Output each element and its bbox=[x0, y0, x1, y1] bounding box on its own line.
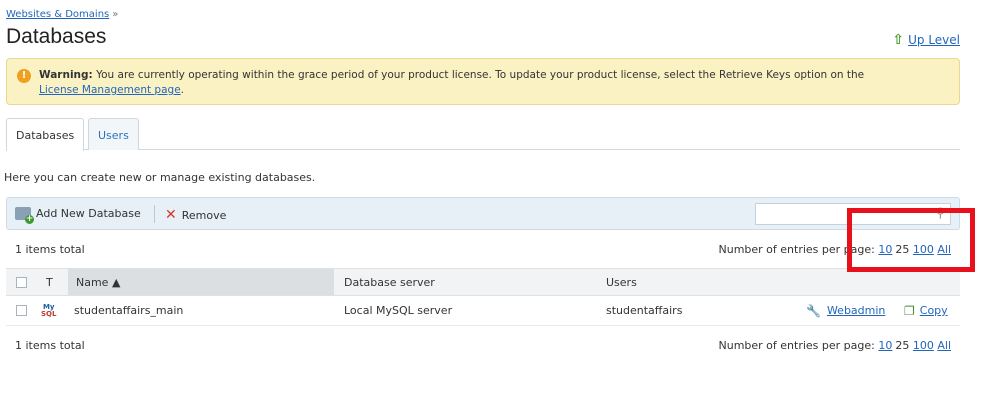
highlight-annotation-box bbox=[847, 208, 975, 272]
users-header[interactable]: Users bbox=[606, 269, 637, 295]
per-page-100-link-bottom[interactable]: 100 bbox=[913, 339, 934, 352]
license-management-link[interactable]: License Management page bbox=[39, 84, 181, 96]
remove-button[interactable]: ✕ Remove bbox=[165, 207, 226, 223]
name-header[interactable]: Name ▲ bbox=[68, 269, 334, 295]
items-total-bottom: 1 items total bbox=[15, 339, 85, 352]
warning-label: Warning: bbox=[39, 69, 93, 81]
database-users: studentaffairs bbox=[606, 304, 683, 317]
warning-end: . bbox=[180, 84, 184, 96]
table-header: T Name ▲ Database server Users bbox=[6, 268, 960, 296]
webadmin-link[interactable]: Webadmin bbox=[827, 304, 885, 317]
warning-text: You are currently operating within the g… bbox=[96, 69, 865, 81]
wrench-icon: 🔧 bbox=[806, 303, 821, 318]
per-page-all-link-bottom[interactable]: All bbox=[937, 339, 951, 352]
intro-text: Here you can create new or manage existi… bbox=[4, 171, 316, 184]
up-level-link[interactable]: Up Level bbox=[908, 33, 960, 47]
copy-action[interactable]: ❐ Copy bbox=[904, 296, 948, 325]
row-checkbox[interactable] bbox=[16, 305, 27, 316]
remove-x-icon: ✕ bbox=[165, 207, 177, 223]
page-title: Databases bbox=[6, 25, 107, 48]
add-new-database-button[interactable]: Add New Database bbox=[15, 207, 141, 224]
add-new-database-label: Add New Database bbox=[36, 207, 141, 220]
tab-bar: Databases Users bbox=[6, 118, 960, 151]
warning-icon: ! bbox=[17, 69, 31, 83]
mysql-icon-bottom: SQL bbox=[41, 309, 57, 318]
entries-per-page-bottom: Number of entries per page: 10 25 100 All bbox=[716, 339, 952, 352]
up-level-button[interactable]: ⇧ Up Level bbox=[892, 32, 960, 48]
breadcrumb-separator: » bbox=[112, 9, 119, 20]
mysql-icon: My SQL bbox=[41, 303, 57, 318]
remove-label: Remove bbox=[181, 208, 227, 222]
webadmin-action[interactable]: 🔧 Webadmin bbox=[806, 296, 885, 325]
row-checkbox-cell bbox=[16, 296, 27, 325]
add-database-icon bbox=[15, 207, 34, 224]
toolbar: Add New Database ✕ Remove ⚲ bbox=[6, 197, 960, 230]
copy-link[interactable]: Copy bbox=[920, 304, 948, 317]
items-total-top: 1 items total bbox=[15, 243, 85, 256]
toolbar-divider bbox=[154, 205, 155, 223]
copy-icon: ❐ bbox=[904, 303, 915, 318]
database-name[interactable]: studentaffairs_main bbox=[74, 296, 183, 325]
up-arrow-icon: ⇧ bbox=[892, 32, 905, 48]
per-page-25-current-bottom: 25 bbox=[895, 339, 910, 352]
table-row: My SQL studentaffairs_main Local MySQL s… bbox=[6, 296, 960, 326]
select-all-cell bbox=[16, 269, 27, 295]
per-page-10-link-bottom[interactable]: 10 bbox=[878, 339, 892, 352]
tab-databases[interactable]: Databases bbox=[6, 118, 85, 151]
database-server-header[interactable]: Database server bbox=[344, 269, 435, 295]
warning-banner: ! Warning: You are currently operating w… bbox=[6, 58, 960, 105]
tab-users[interactable]: Users bbox=[88, 118, 139, 150]
mysql-icon-cell: My SQL bbox=[41, 296, 56, 325]
type-header[interactable]: T bbox=[46, 269, 53, 295]
database-server: Local MySQL server bbox=[344, 304, 453, 317]
databases-table: T Name ▲ Database server Users My SQL st… bbox=[6, 268, 960, 326]
select-all-checkbox[interactable] bbox=[16, 276, 27, 288]
breadcrumb-link-websites-domains[interactable]: Websites & Domains bbox=[6, 9, 109, 20]
entries-per-page-label-bottom: Number of entries per page: bbox=[718, 339, 875, 352]
breadcrumb: Websites & Domains» bbox=[6, 9, 118, 20]
